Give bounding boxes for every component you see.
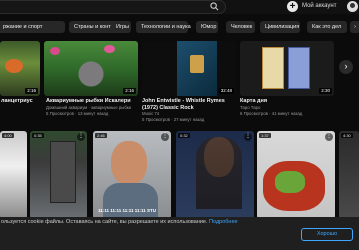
avatar[interactable] [347,1,358,12]
more-options-icon[interactable]: ⋮ [325,133,333,141]
short-card[interactable]: 4:00 [0,131,27,219]
short-card[interactable]: 0:32 ⋮ [176,131,254,219]
short-duration: 4:30 [341,133,353,138]
video-thumbnail[interactable]: 2:16 [0,41,40,96]
video-title[interactable]: John Entwistle - Whistle Rymes (1972) Cl… [142,98,236,111]
video-meta: Домашний аквариум · аквариумные рыбки 5 … [46,105,132,116]
video-duration: 2:30 [319,88,332,94]
create-button[interactable]: + [287,1,298,12]
chip-games[interactable]: Игры [111,21,131,33]
short-card[interactable]: 4:30 [339,131,359,219]
video-card[interactable]: 2:16 ланцетриус [0,41,40,109]
cookie-accept-button[interactable]: Хорошо [301,228,353,241]
short-card[interactable]: 0:35 ⋮ [30,131,87,219]
short-duration: 0:35 [32,133,44,138]
video-card[interactable]: 2:30 Карта дня Таро Таро 6 Просмотров · … [240,41,334,121]
short-card[interactable]: 2:46 ⋮ 11:11 11:11 11:11 11:11 STU [93,131,171,219]
more-options-icon[interactable]: ⋮ [244,133,252,141]
video-title[interactable]: Карта дня [240,98,334,105]
search-input[interactable] [0,0,226,14]
category-chips: ржание и спорт Страны и континенты Игры … [0,21,359,35]
chips-next-icon[interactable]: › [350,21,359,33]
chip-howto[interactable]: Как это дел [307,21,347,33]
video-thumbnail[interactable]: 32:48 [142,41,236,96]
short-duration: 1:37 [259,133,271,138]
chip-humor[interactable]: Юмор [196,21,218,33]
short-duration: 0:32 [178,133,190,138]
cookie-text: ользуется cookie файлы. Оставаясь на сай… [1,219,238,225]
video-thumbnail[interactable]: 2:16 [44,41,138,96]
cookie-banner: ользуется cookie файлы. Оставаясь на сай… [0,217,359,250]
chip-civilization[interactable]: Цивилизация [260,21,300,33]
short-duration: 2:46 [95,133,107,138]
short-card[interactable]: 1:37 ⋮ [257,131,335,219]
chip-sport[interactable]: ржание и спорт [0,21,65,33]
video-title[interactable]: Аквариумные рыбки Искалери [46,98,138,105]
account-label[interactable]: Мой аккаунт [302,1,336,12]
cookie-more-link[interactable]: Подробнее [209,219,238,225]
video-title[interactable]: ланцетриус [1,98,41,105]
cookie-message: ользуется cookie файлы. Оставаясь на сай… [1,219,208,225]
video-card[interactable]: 2:16 Аквариумные рыбки Искалери Домашний… [44,41,138,121]
short-caption: 11:11 11:11 11:11 11:11 STU [98,208,157,213]
video-thumbnail[interactable]: 2:30 [240,41,334,96]
video-duration: 2:16 [25,88,38,94]
video-meta: Таро Таро 6 Просмотров · 41 минут назад [240,105,303,116]
chip-human[interactable]: Человек [226,21,255,33]
video-duration: 32:48 [218,88,234,94]
more-options-icon[interactable]: ⋮ [77,133,85,141]
carousel-next-icon[interactable]: › [339,60,353,74]
more-options-icon[interactable]: ⋮ [161,133,169,141]
video-meta: Music 74 5 Просмотров · 27 минут назад [142,111,205,122]
top-bar: + Мой аккаунт [0,0,359,14]
video-card[interactable]: 32:48 John Entwistle - Whistle Rymes (19… [142,41,236,122]
short-duration: 4:00 [2,133,14,138]
video-duration: 2:16 [123,88,136,94]
chip-tech[interactable]: Технологии и наука [136,21,191,33]
search-icon[interactable] [210,2,219,11]
